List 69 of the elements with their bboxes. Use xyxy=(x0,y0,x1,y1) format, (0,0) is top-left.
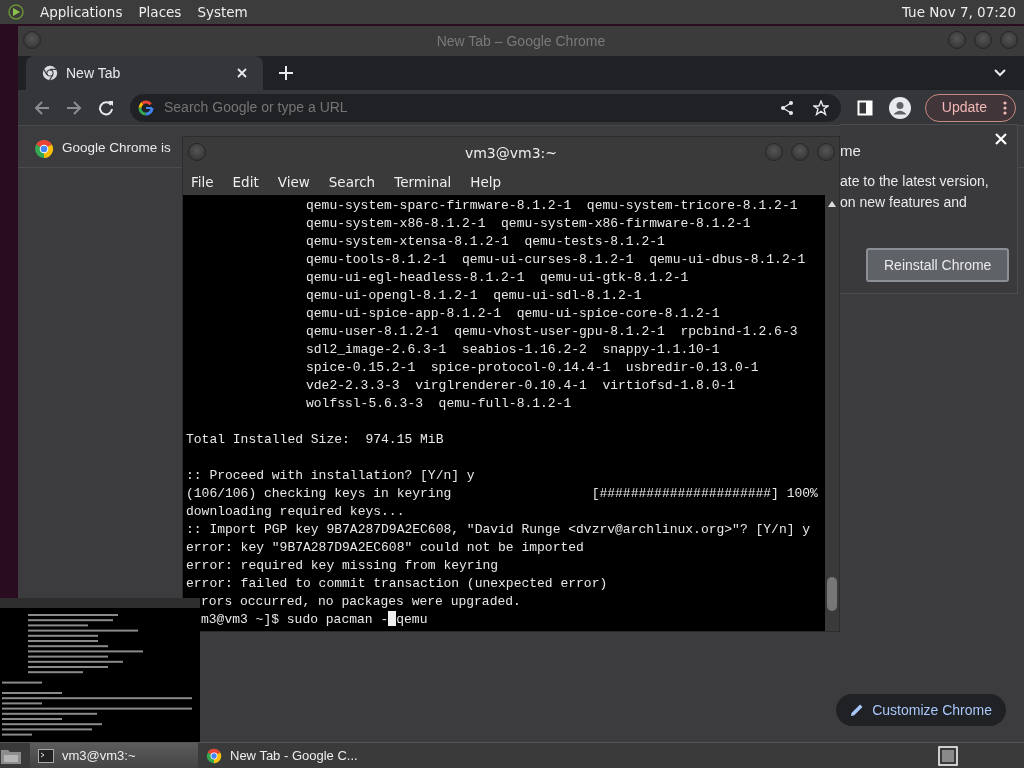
terminal-line: qemu-system-xtensa-8.1.2-1 qemu-tests-8.1.2-1 xyxy=(306,234,665,249)
panel-menu[interactable]: Places xyxy=(138,1,182,23)
terminal-icon xyxy=(38,748,54,763)
terminal-line: qemu-user-8.1.2-1 qemu-vhost-user-gpu-8.1.2-1 rpcbind-1.2.6-3 xyxy=(306,324,798,339)
menu-item[interactable]: File xyxy=(191,171,214,193)
terminal-line: Total Installed Size: 974.15 MiB xyxy=(186,432,444,447)
terminal-line: qemu-tools-8.1.2-1 qemu-ui-curses-8.1.2-1 qemu-ui-dbus-8.1.2-1 xyxy=(306,252,806,267)
workspace-switcher-icon[interactable] xyxy=(938,745,958,766)
pencil-icon xyxy=(850,703,865,717)
close-icon[interactable] xyxy=(237,68,247,78)
scrollbar-thumb[interactable] xyxy=(827,577,837,611)
terminal-line: rors occurred, no packages were upgraded. xyxy=(201,594,521,609)
taskbar-item[interactable]: vm3@vm3:~ xyxy=(30,743,198,768)
info-bar-text: Google Chrome is xyxy=(62,139,171,158)
search-engine-logo-icon xyxy=(138,99,154,116)
terminal-line: qemu-ui-opengl-8.1.2-1 qemu-ui-sdl-8.1.2-1 xyxy=(306,288,642,303)
terminal-line: qemu-system-sparc-firmware-8.1.2-1 qemu-system-tricore-8.1.2-1 xyxy=(306,198,798,213)
browser-logo-icon xyxy=(206,747,222,764)
chevron-down-icon[interactable] xyxy=(994,69,1006,77)
terminal-line: error: required key missing from keyring xyxy=(186,558,499,573)
side-panel-icon[interactable] xyxy=(856,99,873,116)
taskbar-item[interactable]: New Tab - Google C... xyxy=(198,743,366,768)
address-field[interactable]: Search Google or type a URL xyxy=(162,96,771,119)
panel-menu[interactable]: Applications xyxy=(40,1,123,23)
bubble-text: ate to the latest version, xyxy=(840,172,989,191)
menu-item[interactable]: Search xyxy=(328,171,376,193)
bubble-title: me xyxy=(840,141,861,161)
clock[interactable]: Tue Nov 7, 07:20 xyxy=(901,1,1016,23)
share-icon[interactable] xyxy=(778,99,795,116)
menu-item[interactable]: Help xyxy=(470,171,502,193)
terminal-line: qemu-ui-spice-app-8.1.2-1 qemu-ui-spice-core-8.1.2-1 xyxy=(306,306,720,321)
terminal-line: sdl2_image-2.6.3-1 seabios-1.16.2-2 snappy-1.1.10-1 xyxy=(306,342,720,357)
address-bar[interactable]: Search Google or type a URL xyxy=(130,93,841,122)
terminal-line: :: Import PGP key 9B7A287D9A2EC608, "David Runge <dvzrv@archlinux.org>"? [Y/n] y xyxy=(186,522,811,537)
update-button[interactable]: Update xyxy=(924,93,1016,122)
reinstall-button[interactable]: Reinstall Chrome xyxy=(866,248,1010,282)
terminal-line: downloading required keys... xyxy=(186,504,405,519)
terminal-line: :: Proceed with installation? [Y/n] y xyxy=(186,468,475,483)
browser-logo-icon xyxy=(34,138,54,159)
distro-logo-icon[interactable] xyxy=(8,4,24,20)
terminal-line: error: key "9B7A287D9A2EC608" could not be imported xyxy=(186,540,584,555)
customize-button[interactable]: Customize Chrome xyxy=(836,694,1006,726)
panel-menu[interactable]: System xyxy=(197,1,248,23)
terminal-line: qemu-system-x86-8.1.2-1 qemu-system-x86-firmware-8.1.2-1 xyxy=(306,216,751,231)
forward-arrow-icon[interactable] xyxy=(66,99,82,116)
terminal-line: wolfssl-5.6.3-3 qemu-full-8.1.2-1 xyxy=(306,396,572,411)
terminal-line: spice-0.15.2-1 spice-protocol-0.14.4-1 usbredir-0.13.0-1 xyxy=(306,360,759,375)
avatar-icon[interactable] xyxy=(888,96,911,119)
more-options-icon xyxy=(1003,100,1007,115)
window-title: New Tab – Google Chrome xyxy=(436,31,606,51)
terminal-line: (106/106) checking keys in keyring [######################] 100% xyxy=(186,486,818,501)
terminal-line: qemu xyxy=(396,612,428,627)
browser-logo-icon xyxy=(42,65,58,81)
text-cursor xyxy=(388,611,397,626)
menu-item[interactable]: View xyxy=(277,171,310,193)
new-tab-icon[interactable] xyxy=(279,66,293,80)
reload-icon[interactable] xyxy=(98,99,114,116)
window-title: vm3@vm3:~ xyxy=(464,143,558,163)
bubble-text: on new features and xyxy=(840,193,967,212)
terminal-line: error: failed to commit transaction (unexpected error) xyxy=(186,576,608,591)
menu-item[interactable]: Terminal xyxy=(394,171,452,193)
scroll-up-icon[interactable] xyxy=(828,201,836,207)
star-icon[interactable] xyxy=(812,99,829,116)
back-arrow-icon[interactable] xyxy=(34,99,50,116)
menu-item[interactable]: Edit xyxy=(232,171,259,193)
terminal-line: m3@vm3 ~]$ sudo pacman - xyxy=(201,612,389,627)
terminal-line: vde2-2.3.3-3 virglrenderer-0.10.4-1 virtiofsd-1.8.0-1 xyxy=(306,378,736,393)
terminal-line: qemu-ui-egl-headless-8.1.2-1 qemu-ui-gtk-8.1.2-1 xyxy=(306,270,689,285)
tab[interactable]: New Tab xyxy=(26,56,263,90)
